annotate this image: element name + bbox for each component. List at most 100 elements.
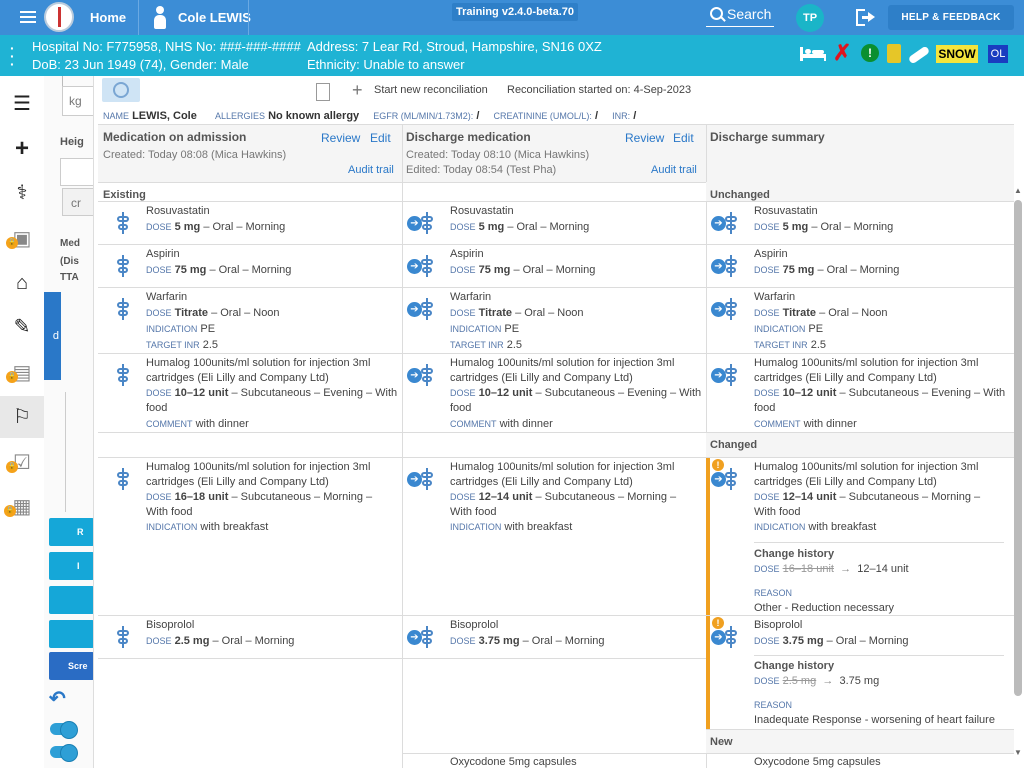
ol-badge[interactable]: OL (988, 45, 1008, 63)
action-button-3[interactable] (49, 586, 93, 614)
med-card[interactable]: ➔ Warfarin DOSE Titrate – Oral – Noon IN… (706, 288, 1014, 353)
user-avatar[interactable]: TP (796, 4, 824, 32)
toggle-switch[interactable] (50, 721, 78, 739)
med-dose-line2: With food (754, 506, 801, 518)
address: Address: 7 Lear Rd, Stroud, Hampshire, S… (307, 39, 602, 54)
med-dose-line: DOSE 3.75 mg – Oral – Morning (754, 635, 909, 647)
action-button-1[interactable]: R (49, 518, 93, 546)
reconciliation-toggle-button[interactable] (102, 78, 140, 102)
med-card[interactable]: Aspirin DOSE 75 mg – Oral – Morning (98, 245, 402, 287)
med-dose-line: DOSE Titrate – Oral – Noon (146, 307, 280, 319)
admission-edit-link[interactable]: Edit (370, 131, 391, 145)
admission-audit-trail[interactable]: Audit trail (348, 164, 394, 176)
med-card[interactable]: Humalog 100units/ml solution for injecti… (98, 354, 402, 432)
discharge-edit-link[interactable]: Edit (673, 131, 694, 145)
creatinine-value: / (594, 110, 599, 122)
lock-icon: 🔒 (6, 237, 18, 249)
height-unit-field[interactable]: cr (62, 188, 93, 216)
med-card[interactable]: Bisoprolol DOSE 2.5 mg – Oral – Morning (98, 616, 402, 658)
main-content: + Start new reconciliation Reconciliatio… (94, 76, 1024, 768)
change-history-title: Change history (754, 660, 835, 672)
scroll-down-icon[interactable]: ▼ (1014, 748, 1022, 757)
med-name-line2: cartridges (Eli Lilly and Company Ltd) (450, 372, 633, 384)
document-icon[interactable] (316, 83, 330, 101)
more-vert-icon[interactable]: · · · (10, 41, 15, 71)
add-icon[interactable]: + (10, 137, 34, 161)
med-card[interactable]: ➔ Humalog 100units/ml solution for injec… (402, 354, 706, 432)
home-link[interactable]: Home (90, 10, 126, 25)
help-feedback-button[interactable]: HELP & FEEDBACK (888, 5, 1014, 30)
med-card[interactable]: Oxycodone 5mg capsules (706, 754, 1014, 768)
scrollbar-thumb[interactable] (1014, 200, 1022, 696)
med-indication-line: INDICATION with breakfast (450, 521, 573, 533)
med-card[interactable]: Rosuvastatin DOSE 5 mg – Oral – Morning (98, 202, 402, 244)
logout-icon[interactable] (856, 9, 876, 26)
med-dose-line2: food (450, 402, 472, 414)
lock-icon: 🔒 (6, 461, 18, 473)
start-new-reconciliation[interactable]: Start new reconciliation (374, 84, 488, 96)
home-medical-icon[interactable]: ⌂ (10, 272, 34, 294)
patient-name-link[interactable]: Cole LEWIS (178, 10, 251, 25)
med-card[interactable]: Warfarin DOSE Titrate – Oral – Noon INDI… (98, 288, 402, 353)
med-card[interactable]: ➔ Aspirin DOSE 75 mg – Oral – Morning (402, 245, 706, 287)
admission-column-title: Medication on admission (103, 130, 247, 144)
med-card[interactable]: ➔ Rosuvastatin DOSE 5 mg – Oral – Mornin… (706, 202, 1014, 244)
weight-unit-field[interactable]: kg (62, 86, 93, 116)
discharge-audit-trail[interactable]: Audit trail (651, 164, 697, 176)
menu-icon[interactable] (20, 11, 36, 23)
scroll-up-icon[interactable]: ▲ (1014, 186, 1022, 195)
med-card[interactable]: Humalog 100units/ml solution for injecti… (98, 458, 402, 538)
med-card[interactable]: ➔ Bisoprolol DOSE 3.75 mg – Oral – Morni… (402, 616, 706, 658)
alert-x-icon[interactable]: ✗ (833, 42, 851, 64)
hospital-number: Hospital No: F775958, NHS No: ###-###-##… (32, 39, 301, 54)
action-button-4[interactable] (49, 620, 93, 648)
med-indication-line: INDICATION PE (754, 323, 824, 335)
med-dose-line2: With food (146, 506, 193, 518)
med-dose-line: DOSE 10–12 unit – Subcutaneous – Evening… (754, 387, 1006, 399)
discharge-tab[interactable]: d (44, 292, 61, 380)
med-card[interactable]: ➔ Warfarin DOSE Titrate – Oral – Noon IN… (402, 288, 706, 353)
row-divider (98, 124, 1014, 125)
reason-label: REASON (754, 700, 793, 710)
list-icon[interactable]: ☰ (10, 93, 34, 115)
warning-icon[interactable]: ! (861, 44, 879, 62)
med-card[interactable]: ! ➔ Humalog 100units/ml solution for inj… (706, 458, 1014, 615)
divider (248, 0, 249, 35)
action-button-2[interactable]: I (49, 552, 93, 580)
med-dose-line: DOSE 12–14 unit – Subcutaneous – Morning… (450, 491, 677, 503)
divider (754, 655, 1004, 656)
toggle-switch[interactable] (50, 744, 78, 762)
med-name: Rosuvastatin (146, 205, 210, 217)
pill-icon[interactable] (907, 45, 931, 65)
divider (65, 392, 66, 512)
med-indication-line: INDICATION PE (450, 323, 520, 335)
med-target-inr-line: TARGET INR 2.5 (754, 339, 827, 351)
med-name: Aspirin (146, 248, 180, 260)
med-card[interactable]: ➔ Aspirin DOSE 75 mg – Oral – Morning (706, 245, 1014, 287)
med-card[interactable]: ➔ Rosuvastatin DOSE 5 mg – Oral – Mornin… (402, 202, 706, 244)
undo-icon[interactable]: ↶ (49, 686, 66, 711)
edit-document-icon[interactable]: ✎ (10, 316, 34, 338)
med-card[interactable]: Oxycodone 5mg capsules (402, 754, 706, 768)
med-name: Bisoprolol (754, 619, 803, 631)
bed-icon[interactable] (800, 47, 826, 61)
discharge-review-link[interactable]: Review (625, 131, 664, 145)
screen-button[interactable]: Scre (49, 652, 93, 680)
snow-badge[interactable]: SNOW (936, 45, 978, 63)
medication-icon (418, 255, 440, 277)
admission-review-link[interactable]: Review (321, 131, 360, 145)
divider (754, 542, 1004, 543)
med-card[interactable]: ! ➔ Bisoprolol DOSE 3.75 mg – Oral – Mor… (706, 616, 1014, 729)
plus-icon[interactable]: + (352, 81, 363, 99)
clipboard-icon[interactable] (887, 44, 901, 63)
med-card[interactable]: ➔ Humalog 100units/ml solution for injec… (402, 458, 706, 538)
side-panel: kg Heig cr Med (Dis TTA d R I Scre ↶ (44, 76, 94, 768)
emergency-exit-icon[interactable]: ⚐ (10, 406, 34, 428)
stethoscope-icon[interactable]: ⚕ (10, 182, 34, 204)
med-name: Humalog 100units/ml solution for injecti… (450, 357, 675, 369)
height-field[interactable] (60, 158, 93, 186)
med-name-line2: cartridges (Eli Lilly and Company Ltd) (450, 476, 633, 488)
med-target-inr-line: TARGET INR 2.5 (450, 339, 523, 351)
med-card[interactable]: ➔ Humalog 100units/ml solution for injec… (706, 354, 1014, 432)
search-label[interactable]: Search (727, 6, 771, 22)
